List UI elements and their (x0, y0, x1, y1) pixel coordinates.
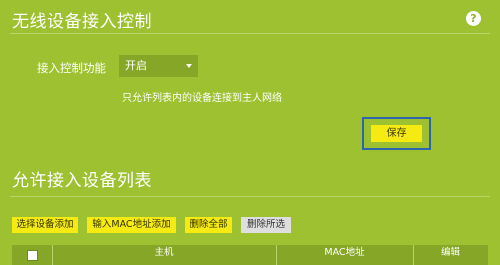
input-mac-add-button[interactable]: 输入MAC地址添加 (87, 217, 176, 233)
access-control-function-label: 接入控制功能 (37, 61, 106, 75)
delete-selected-button[interactable]: 删除所选 (241, 217, 291, 233)
section-divider (10, 196, 490, 197)
select-all-checkbox[interactable] (27, 250, 38, 261)
save-button-highlight: 保存 (362, 117, 431, 150)
access-control-select-value: 开启 (125, 59, 147, 72)
column-header-edit: 编辑 (440, 247, 460, 258)
access-control-title: 无线设备接入控制 (12, 12, 152, 32)
column-header-mac: MAC地址 (324, 247, 365, 258)
access-control-select[interactable]: 开启 (119, 55, 198, 77)
chevron-down-icon (186, 64, 192, 68)
delete-all-button[interactable]: 删除全部 (185, 217, 232, 233)
column-header-host: 主机 (154, 247, 174, 258)
section-divider (10, 33, 490, 34)
help-icon[interactable]: ? (466, 11, 481, 26)
allow-list-table-header: 主机 MAC地址 编辑 (12, 245, 488, 265)
save-button[interactable]: 保存 (371, 125, 422, 142)
access-control-hint: 只允许列表内的设备连接到主人网络 (122, 93, 282, 104)
select-device-add-button[interactable]: 选择设备添加 (12, 217, 78, 233)
allow-list-title: 允许接入设备列表 (12, 171, 152, 191)
